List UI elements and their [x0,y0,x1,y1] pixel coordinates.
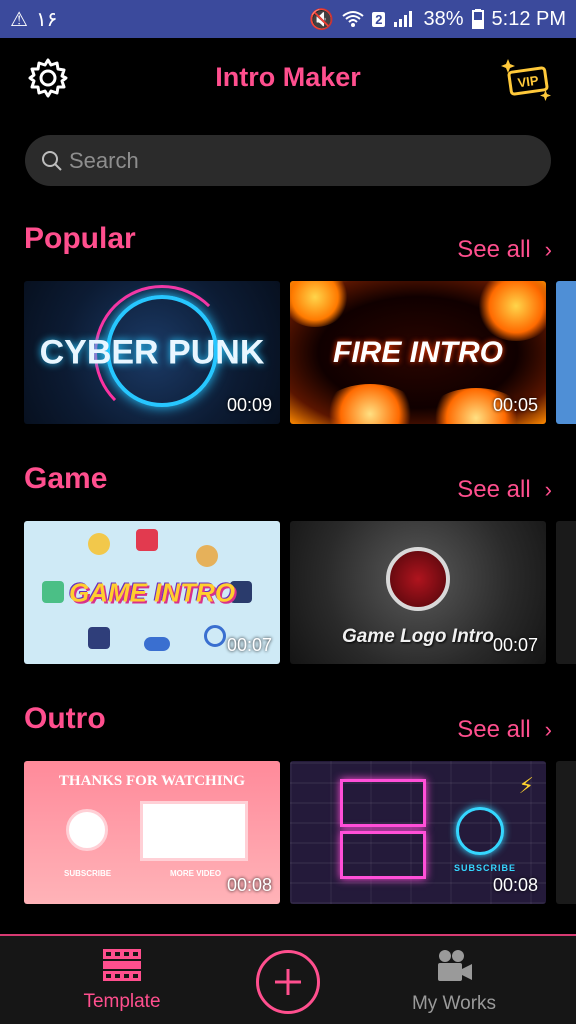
signal-icon [394,11,413,27]
create-button[interactable] [256,950,320,1014]
logo-emblem-shape [386,547,450,611]
plus-icon [275,969,301,995]
template-card-partial[interactable] [556,281,576,424]
section-title-outro: Outro [24,702,106,735]
search-input[interactable]: Search [25,135,551,186]
bottom-tab-bar: Template My Works [0,934,576,1024]
card-title: SUBSCRIBE [454,863,517,873]
flame-shape [476,281,546,341]
template-card-partial[interactable] [556,521,576,664]
more-video-caption: MORE VIDEO [170,869,222,878]
mute-icon: 🔇 [309,8,335,31]
search-placeholder: Search [69,147,139,173]
card-title: FIRE INTRO [333,335,503,369]
film-strip-icon [103,949,141,981]
card-icon [88,627,110,649]
template-card-fire-intro[interactable]: FIRE INTRO 00:05 [290,281,546,424]
vip-label: VIP [517,73,540,91]
capsule-icon [144,637,170,651]
vip-badge-icon[interactable]: VIP [496,56,556,106]
see-all-label: See all [457,236,531,263]
template-card-thanks-for-watching[interactable]: THANKS FOR WATCHING SUBSCRIBE MORE VIDEO… [24,761,280,904]
neon-circle-shape [456,807,504,855]
see-all-label: See all [457,476,531,503]
lightning-icon: ⚡ [518,773,534,798]
see-all-label: See all [457,716,531,743]
template-card-cyber-punk[interactable]: CYBER PUNK 00:09 [24,281,280,424]
card-duration: 00:08 [226,875,272,895]
card-duration: 00:08 [492,875,538,895]
outro-row: THANKS FOR WATCHING SUBSCRIBE MORE VIDEO… [24,761,576,904]
card-icon [196,545,218,567]
game-row: GAME INTRO 00:07 Game Logo Intro 00:07 [24,521,576,664]
see-all-outro-link[interactable]: See all › [457,716,552,744]
template-card-game-logo-intro[interactable]: Game Logo Intro 00:07 [290,521,546,664]
music-note-icon [88,533,110,555]
flame-shape [320,384,420,424]
see-all-game-link[interactable]: See all › [457,476,552,504]
card-duration: 00:09 [226,395,272,415]
neon-frame-shape [340,831,426,879]
chevron-right-icon: › [544,237,552,262]
sim-badge: 2 [372,11,386,27]
tab-template[interactable]: Template [52,948,192,1013]
wifi-icon [342,11,364,27]
video-camera-icon [438,950,472,981]
card-duration: 00:07 [226,635,272,655]
tab-my-works[interactable]: My Works [384,948,524,1015]
card-duration: 00:05 [492,395,538,415]
section-title-game: Game [24,462,108,495]
card-icon [136,529,158,551]
battery-percent: 38% [423,7,464,30]
card-title: CYBER PUNK [39,333,265,371]
status-bar: ⚠ ۱۶ 🔇 2 38% 5:12 PM [0,0,576,38]
template-card-game-intro[interactable]: GAME INTRO 00:07 [24,521,280,664]
card-duration: 00:07 [492,635,538,655]
chevron-right-icon: › [544,477,552,502]
status-left-text: ۱۶ [35,8,58,31]
subscribe-caption: SUBSCRIBE [64,869,112,878]
tab-template-label: Template [83,991,161,1012]
chevron-right-icon: › [544,717,552,742]
card-title: THANKS FOR WATCHING [58,773,246,789]
template-card-neon-outro[interactable]: SUBSCRIBE ⚡ 00:08 [290,761,546,904]
battery-icon [471,9,484,29]
status-time: 5:12 PM [491,7,566,30]
page-title: Intro Maker [215,62,361,92]
tab-my-works-label: My Works [411,993,497,1014]
headphones-icon [204,625,226,647]
neon-frame-shape [340,779,426,827]
search-icon [42,150,62,171]
avatar-placeholder-shape [66,809,108,851]
card-title: GAME INTRO [68,577,236,607]
app-bar: Intro Maker VIP [0,38,576,118]
template-card-partial[interactable] [556,761,576,904]
see-all-popular-link[interactable]: See all › [457,236,552,264]
popular-row: CYBER PUNK 00:09 FIRE INTRO 00:05 [24,281,576,424]
video-placeholder-shape [140,801,248,861]
flame-shape [290,281,350,327]
section-title-popular: Popular [24,222,136,255]
warning-icon: ⚠ [10,8,28,31]
